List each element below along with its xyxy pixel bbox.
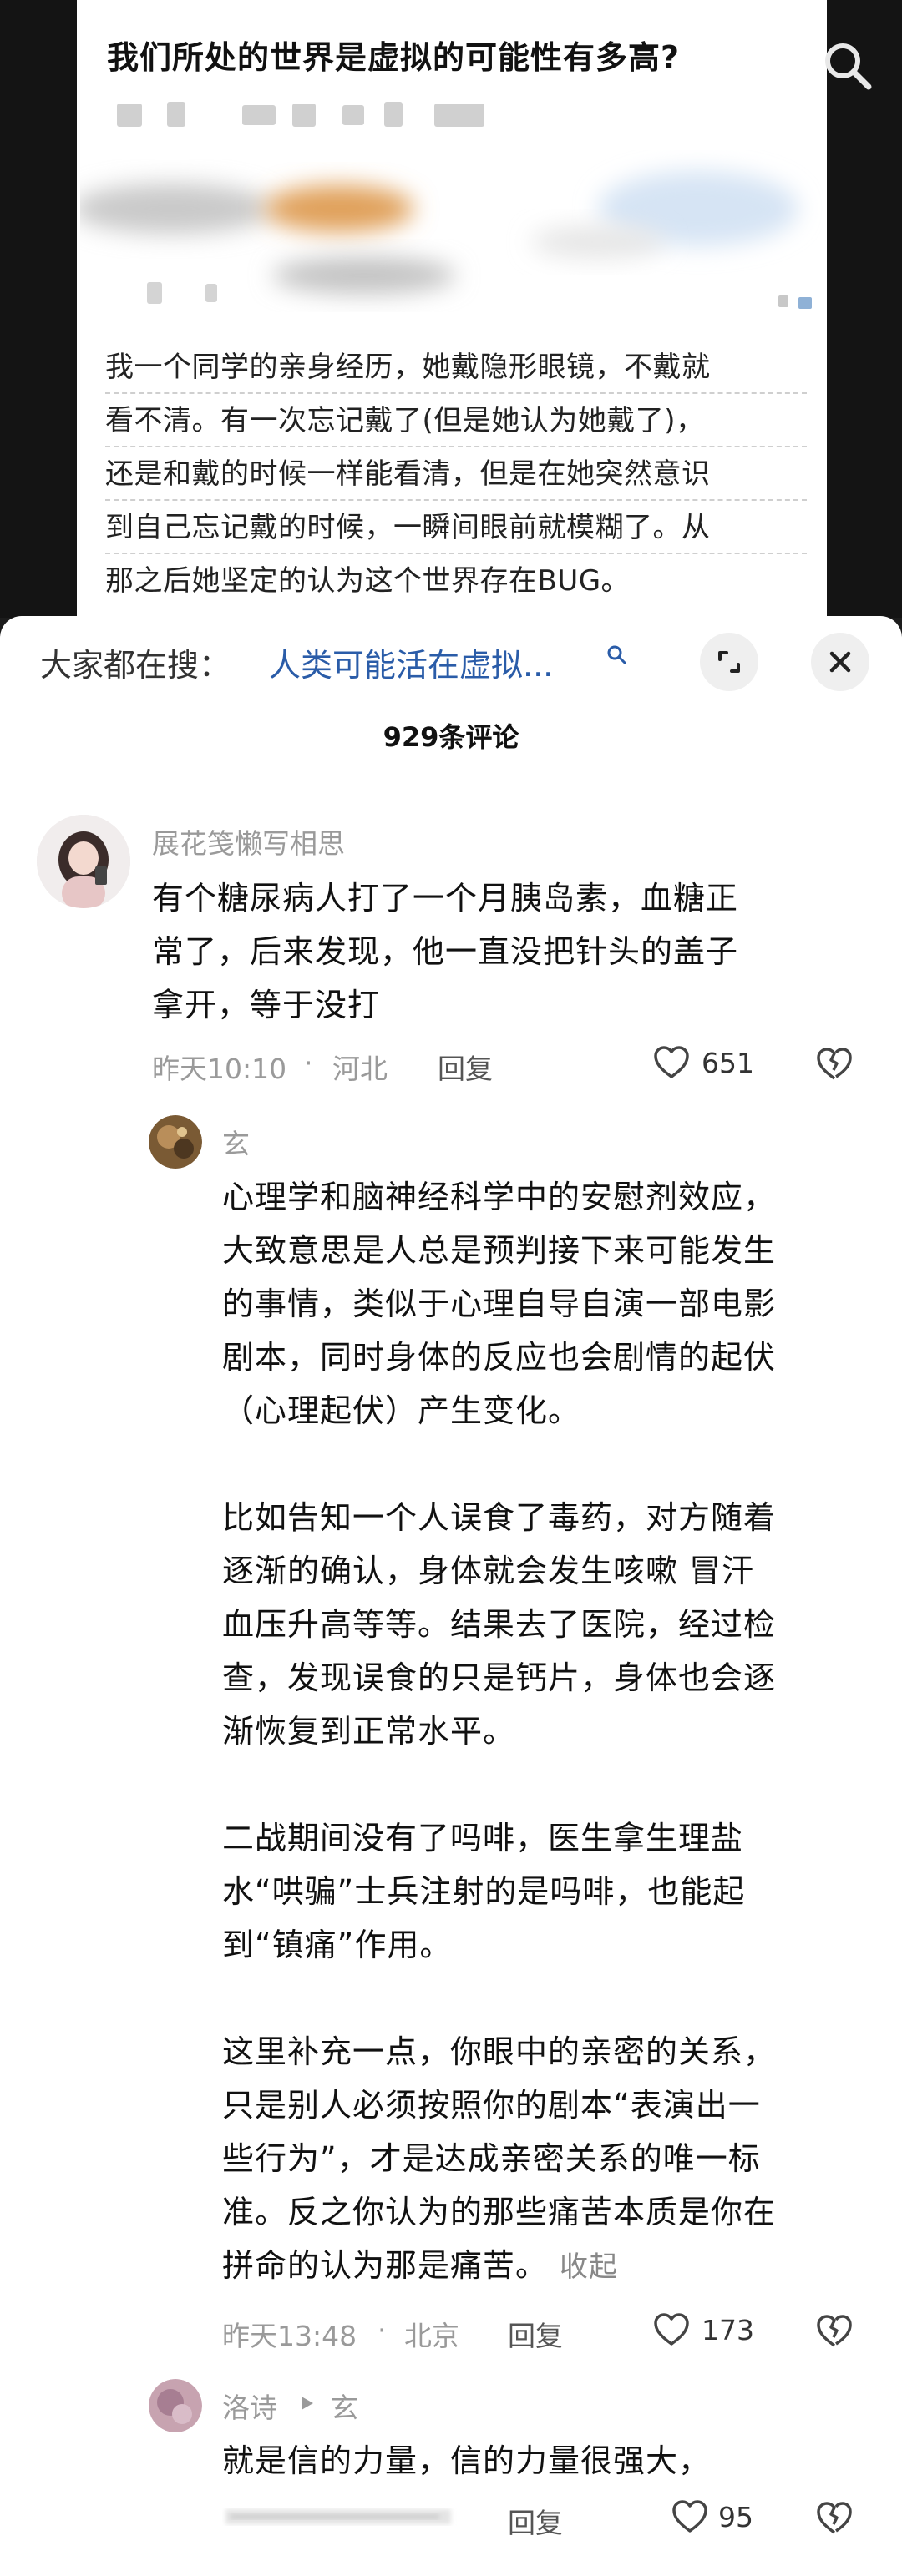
reply-arrow-icon [297,2394,316,2412]
comment-location: 北京 [404,2320,459,2352]
search-icon[interactable] [605,643,630,668]
comment-time: 昨天10:10 [152,1053,287,1085]
like-button[interactable]: 95 [671,2496,763,2538]
story-line: 我一个同学的亲身经历，她戴隐形眼镜，不戴就 [105,341,807,394]
avatar[interactable] [149,1115,202,1169]
search-suggest-label: 大家都在搜： [40,647,231,684]
comment-line: 拿开，等于没打 [152,987,381,1023]
like-count: 173 [702,2314,754,2346]
search-icon[interactable] [818,37,877,95]
avatar[interactable] [149,2379,202,2432]
heart-icon [672,2500,707,2533]
redacted-meta [222,2503,464,2531]
comment-text: 心理学和脑神经科学中的安慰剂效应， 大致意思是人总是预判接下来可能发生 的事情，… [222,1170,874,2294]
broken-heart-icon [817,2315,852,2347]
like-button[interactable]: 651 [653,1042,762,1083]
question-title[interactable]: 我们所处的世界是虚拟的可能性有多高? [107,32,680,78]
comment-line: 准。反之你认为的那些痛苦本质是你在 [222,2194,777,2230]
meta-separator: · [378,2314,387,2346]
comment-paragraph: 比如告知一个人误食了毒药，对方随着 逐渐的确认，身体就会发生咳嗽 冒汗 血压升高… [222,1491,874,1758]
expand-icon [718,651,740,673]
post-story: 我一个同学的亲身经历，她戴隐形眼镜，不戴就 看不清。有一次忘记戴了(但是她认为她… [105,341,807,606]
comment-line: 水“哄骗”士兵注射的是吗啡，也能起 [222,1873,746,1910]
comment-paragraph: 心理学和脑神经科学中的安慰剂效应， 大致意思是人总是预判接下来可能发生 的事情，… [222,1170,874,1437]
dislike-button[interactable] [815,1045,854,1082]
comment-line: 拼命的认为那是痛苦。 [222,2247,549,2284]
comment-text: 就是信的力量，信的力量很强大， [222,2434,874,2488]
reply-target-username[interactable]: 玄 [331,2386,358,2426]
comment-line: 的事情，类似于心理自导自演一部电影 [222,1285,777,1322]
comment-line: （心理起伏）产生变化。 [222,1392,581,1429]
comment-line: 心理学和脑神经科学中的安慰剂效应， [222,1179,777,1215]
comment-username[interactable]: 玄 [222,1122,250,1162]
comment-line: 常了，后来发现，他一直没把针头的盖子 [152,933,739,970]
comment-line: 二战期间没有了吗啡，医生拿生理盐 [222,1820,744,1856]
meta-separator: · [304,1047,313,1079]
avatar[interactable] [37,815,130,908]
like-button[interactable]: 173 [653,2309,762,2351]
dislike-button[interactable] [815,2312,854,2349]
comment-line: 这里补充一点，你眼中的亲密的关系， [222,2033,777,2070]
expand-button[interactable] [700,633,758,691]
comment-line: 大致意思是人总是预判接下来可能发生 [222,1232,777,1269]
redacted-author-line [117,98,501,129]
broken-heart-icon [817,1048,852,1080]
comment-line: 查，发现误食的只是钙片，身体也会逐 [222,1659,777,1696]
story-line: 看不清。有一次忘记戴了(但是她认为她戴了)， [105,394,807,447]
broken-heart-icon [817,2502,852,2534]
comment-paragraph: 这里补充一点，你眼中的亲密的关系， 只是别人必须按照你的剧本“表演出一 些行为”… [222,2025,874,2294]
comment-line: 些行为”，才是达成亲密关系的唯一标 [222,2140,761,2177]
dislike-button[interactable] [815,2499,854,2536]
reply-button[interactable]: 回复 [508,2501,563,2541]
reply-button[interactable]: 回复 [508,2314,563,2354]
story-line: 还是和戴的时候一样能看清，但是在她突然意识 [105,447,807,501]
search-suggest-link[interactable]: 人类可能活在虚拟... [269,639,553,685]
like-count: 95 [718,2501,753,2533]
comment-line: 渐恢复到正常水平。 [222,1713,516,1750]
close-button[interactable] [811,633,869,691]
comment-line: 血压升高等等。结果去了医院，经过检 [222,1606,777,1643]
comment-line: 逐渐的确认，身体就会发生咳嗽 冒汗 [222,1553,755,1589]
comment-line: 只是别人必须按照你的剧本“表演出一 [222,2087,761,2124]
like-count: 651 [702,1047,754,1079]
close-icon [829,651,851,673]
comment-line: 就是信的力量，信的力量很强大， [222,2442,712,2479]
redacted-blur-area [80,150,823,326]
comment-username[interactable]: 洛诗 [222,2386,277,2426]
heart-icon [654,2313,689,2346]
story-line: 那之后她坚定的认为这个世界存在BUG。 [105,564,631,598]
reply-button[interactable]: 回复 [438,1047,493,1087]
collapse-link[interactable]: 收起 [560,2250,618,2284]
comment-location: 河北 [332,1053,388,1085]
comment-line: 剧本，同时身体的反应也会剧情的起伏 [222,1339,777,1376]
comment-line: 到“镇痛”作用。 [222,1927,453,1963]
heart-icon [654,1046,689,1078]
comment-count: 929条评论 [383,721,519,753]
story-line: 到自己忘记戴的时候，一瞬间眼前就模糊了。从 [105,501,807,554]
comment-time: 昨天13:48 [222,2320,357,2352]
comment-paragraph: 二战期间没有了吗啡，医生拿生理盐 水“哄骗”士兵注射的是吗啡，也能起 到“镇痛”… [222,1811,874,1972]
comment-text: 有个糖尿病人打了一个月胰岛素，血糖正 常了，后来发现，他一直没把针头的盖子 拿开… [152,871,870,1032]
comment-line: 比如告知一个人误食了毒药，对方随着 [222,1499,777,1536]
comment-line: 有个糖尿病人打了一个月胰岛素，血糖正 [152,880,739,917]
comment-username[interactable]: 展花笺懒写相思 [152,821,345,861]
